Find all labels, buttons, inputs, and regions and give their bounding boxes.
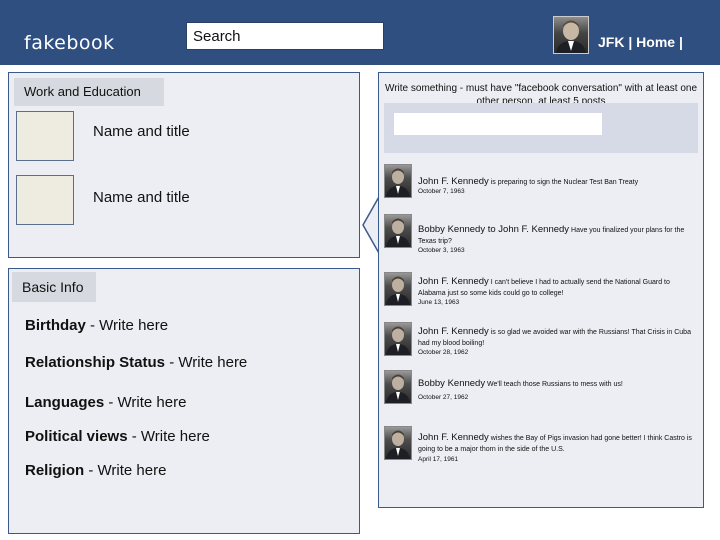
top-nav: JFK | Home | (598, 34, 683, 50)
post-author[interactable]: John F. Kennedy (418, 432, 489, 443)
post-author[interactable]: John F. Kennedy (418, 176, 489, 187)
post-author[interactable]: Bobby Kennedy (418, 378, 485, 389)
languages-field: Languages - Write here (25, 394, 186, 411)
birthday-field: Birthday - Write here (25, 317, 168, 334)
post-avatar[interactable] (384, 214, 412, 248)
relationship-field: Relationship Status - Write here (25, 354, 247, 371)
relationship-value[interactable]: - Write here (165, 354, 247, 371)
post-author[interactable]: John F. Kennedy (418, 276, 489, 287)
post-author[interactable]: John F. Kennedy (418, 326, 489, 337)
languages-value[interactable]: - Write here (104, 394, 186, 411)
wall-post: John F. Kennedy is so glad we avoided wa… (384, 322, 698, 372)
birthday-value[interactable]: - Write here (86, 317, 168, 334)
post-date[interactable]: June 13, 1963 (418, 299, 459, 306)
post-date[interactable]: October 3, 1963 (418, 247, 465, 254)
search-box[interactable] (186, 22, 384, 50)
wall-post: John F. Kennedy wishes the Bay of Pigs i… (384, 426, 698, 476)
post-date[interactable]: October 28, 1962 (418, 349, 468, 356)
post-avatar[interactable] (384, 426, 412, 460)
search-input[interactable] (187, 23, 383, 49)
post-composer-input[interactable] (394, 113, 602, 135)
nav-separator-tail: | (675, 34, 683, 50)
wall-post: Bobby Kennedy We'll teach those Russians… (384, 370, 698, 420)
work-education-panel: Work and Education Name and title Name a… (8, 72, 360, 258)
religion-value[interactable]: - Write here (84, 462, 166, 479)
post-date[interactable]: April 17, 1961 (418, 456, 458, 463)
brand-logo[interactable]: fakebook (24, 32, 115, 54)
work-thumbnail-2[interactable] (16, 175, 74, 225)
post-avatar[interactable] (384, 272, 412, 306)
post-text: We'll teach those Russians to mess with … (485, 381, 623, 388)
political-views-field: Political views - Write here (25, 428, 210, 445)
post-date[interactable]: October 7, 1963 (418, 188, 465, 195)
work-thumbnail-1[interactable] (16, 111, 74, 161)
political-views-value[interactable]: - Write here (128, 428, 210, 445)
post-avatar[interactable] (384, 164, 412, 198)
religion-field: Religion - Write here (25, 462, 166, 479)
relationship-label: Relationship Status (25, 354, 166, 371)
top-bar: fakebook JFK | Home | (0, 0, 720, 65)
political-views-label: Political views (25, 428, 128, 445)
basic-info-header: Basic Info (12, 272, 96, 302)
work-education-header: Work and Education (14, 78, 164, 106)
post-avatar[interactable] (384, 322, 412, 356)
religion-label: Religion (25, 462, 85, 479)
basic-info-panel: Basic Info Birthday - Write here Relatio… (8, 268, 360, 534)
wall-post: John F. Kennedy I can't believe I had to… (384, 272, 698, 322)
work-item-title-2: Name and title (93, 189, 190, 206)
wall-post: Bobby Kennedy to John F. Kennedy Have yo… (384, 214, 698, 264)
nav-profile-link[interactable]: JFK (598, 34, 624, 50)
birthday-label: Birthday (25, 317, 86, 334)
languages-label: Languages (25, 394, 105, 411)
nav-separator: | (624, 34, 637, 50)
post-avatar[interactable] (384, 370, 412, 404)
work-item-title-1: Name and title (93, 123, 190, 140)
nav-home-link[interactable]: Home (636, 34, 675, 50)
post-date[interactable]: October 27, 1962 (418, 394, 468, 401)
post-text: is preparing to sign the Nuclear Test Ba… (488, 179, 639, 186)
post-author[interactable]: Bobby Kennedy to John F. Kennedy (418, 224, 569, 235)
wall-post: John F. Kennedy is preparing to sign the… (384, 164, 698, 214)
profile-avatar[interactable] (553, 16, 589, 54)
